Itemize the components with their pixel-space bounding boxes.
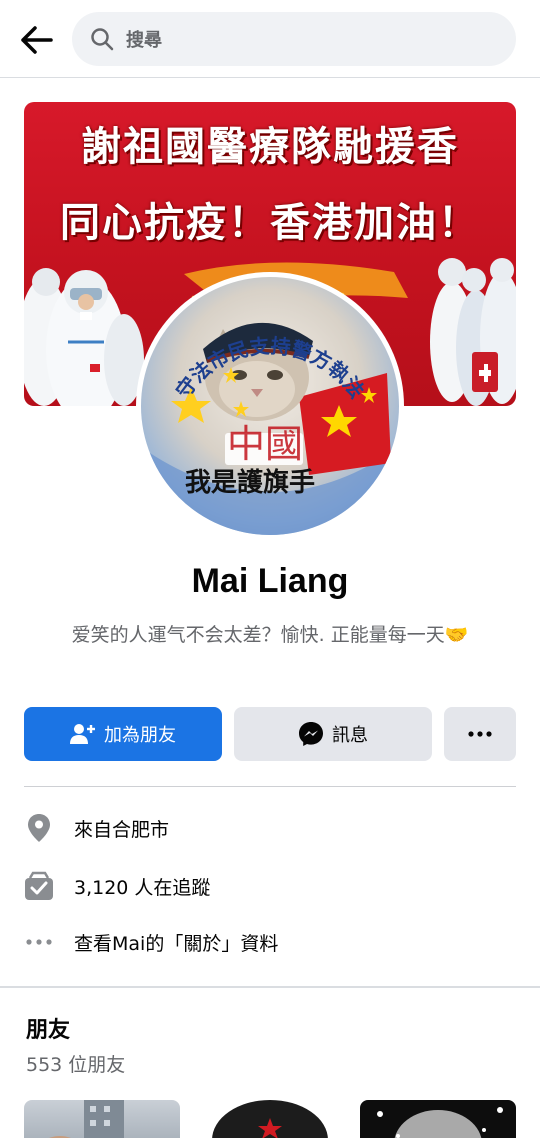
search-placeholder: 搜尋 (126, 30, 162, 51)
friends-count[interactable]: 553 位朋友 (26, 1050, 125, 1077)
info-about[interactable]: 查看Mai的「關於」資料 (24, 922, 516, 962)
friend-thumbnail[interactable] (360, 1100, 516, 1138)
section-divider (24, 786, 516, 787)
profile-name: Mai Liang (191, 562, 349, 600)
back-button[interactable] (16, 20, 56, 60)
search-bar[interactable]: 搜尋 (72, 12, 516, 66)
friend-photo (377, 1107, 503, 1138)
add-friend-button[interactable]: 加為朋友 (24, 707, 222, 761)
message-button[interactable]: 訊息 (234, 707, 432, 761)
avatar-center-text: 中國 (227, 422, 303, 466)
add-friend-label: 加為朋友 (104, 725, 176, 746)
top-bar: 搜尋 (0, 0, 540, 78)
followers-text: 3,120 人在追蹤 (74, 876, 211, 899)
section-separator (0, 986, 540, 988)
avatar-bottom-text: 我是護旗手 (185, 467, 315, 498)
info-followers[interactable]: 3,120 人在追蹤 (24, 866, 516, 906)
messenger-icon (299, 722, 323, 746)
friend-thumbnail[interactable] (24, 1100, 180, 1138)
about-link: 查看Mai的「關於」資料 (74, 932, 279, 955)
friend-thumbnail[interactable] (192, 1100, 348, 1138)
add-friend-icon (70, 724, 95, 744)
profile-bio: 爱笑的人運气不会太差？愉快. 正能量每一天🤝 (71, 624, 469, 646)
search-icon (91, 28, 114, 51)
ellipsis-icon (24, 927, 54, 957)
avatar-illustration: 守法市民支持警方執法 中國 我是護旗手 (141, 322, 399, 535)
avatar-image: 守法市民支持警方執法 中國 我是護旗手 (141, 277, 399, 535)
more-button[interactable] (444, 707, 516, 761)
message-label: 訊息 (332, 725, 368, 746)
friend-photo (212, 1100, 328, 1138)
friend-photo (49, 1100, 124, 1138)
followers-icon (24, 871, 54, 901)
info-location: 來自合肥市 (24, 808, 516, 848)
location-pin-icon (24, 813, 54, 843)
more-icon (468, 731, 492, 737)
arrow-left-icon (21, 26, 53, 54)
friends-heading: 朋友 (26, 1018, 71, 1043)
location-text: 來自合肥市 (74, 818, 170, 841)
profile-avatar[interactable]: 守法市民支持警方執法 中國 我是護旗手 (136, 272, 404, 540)
